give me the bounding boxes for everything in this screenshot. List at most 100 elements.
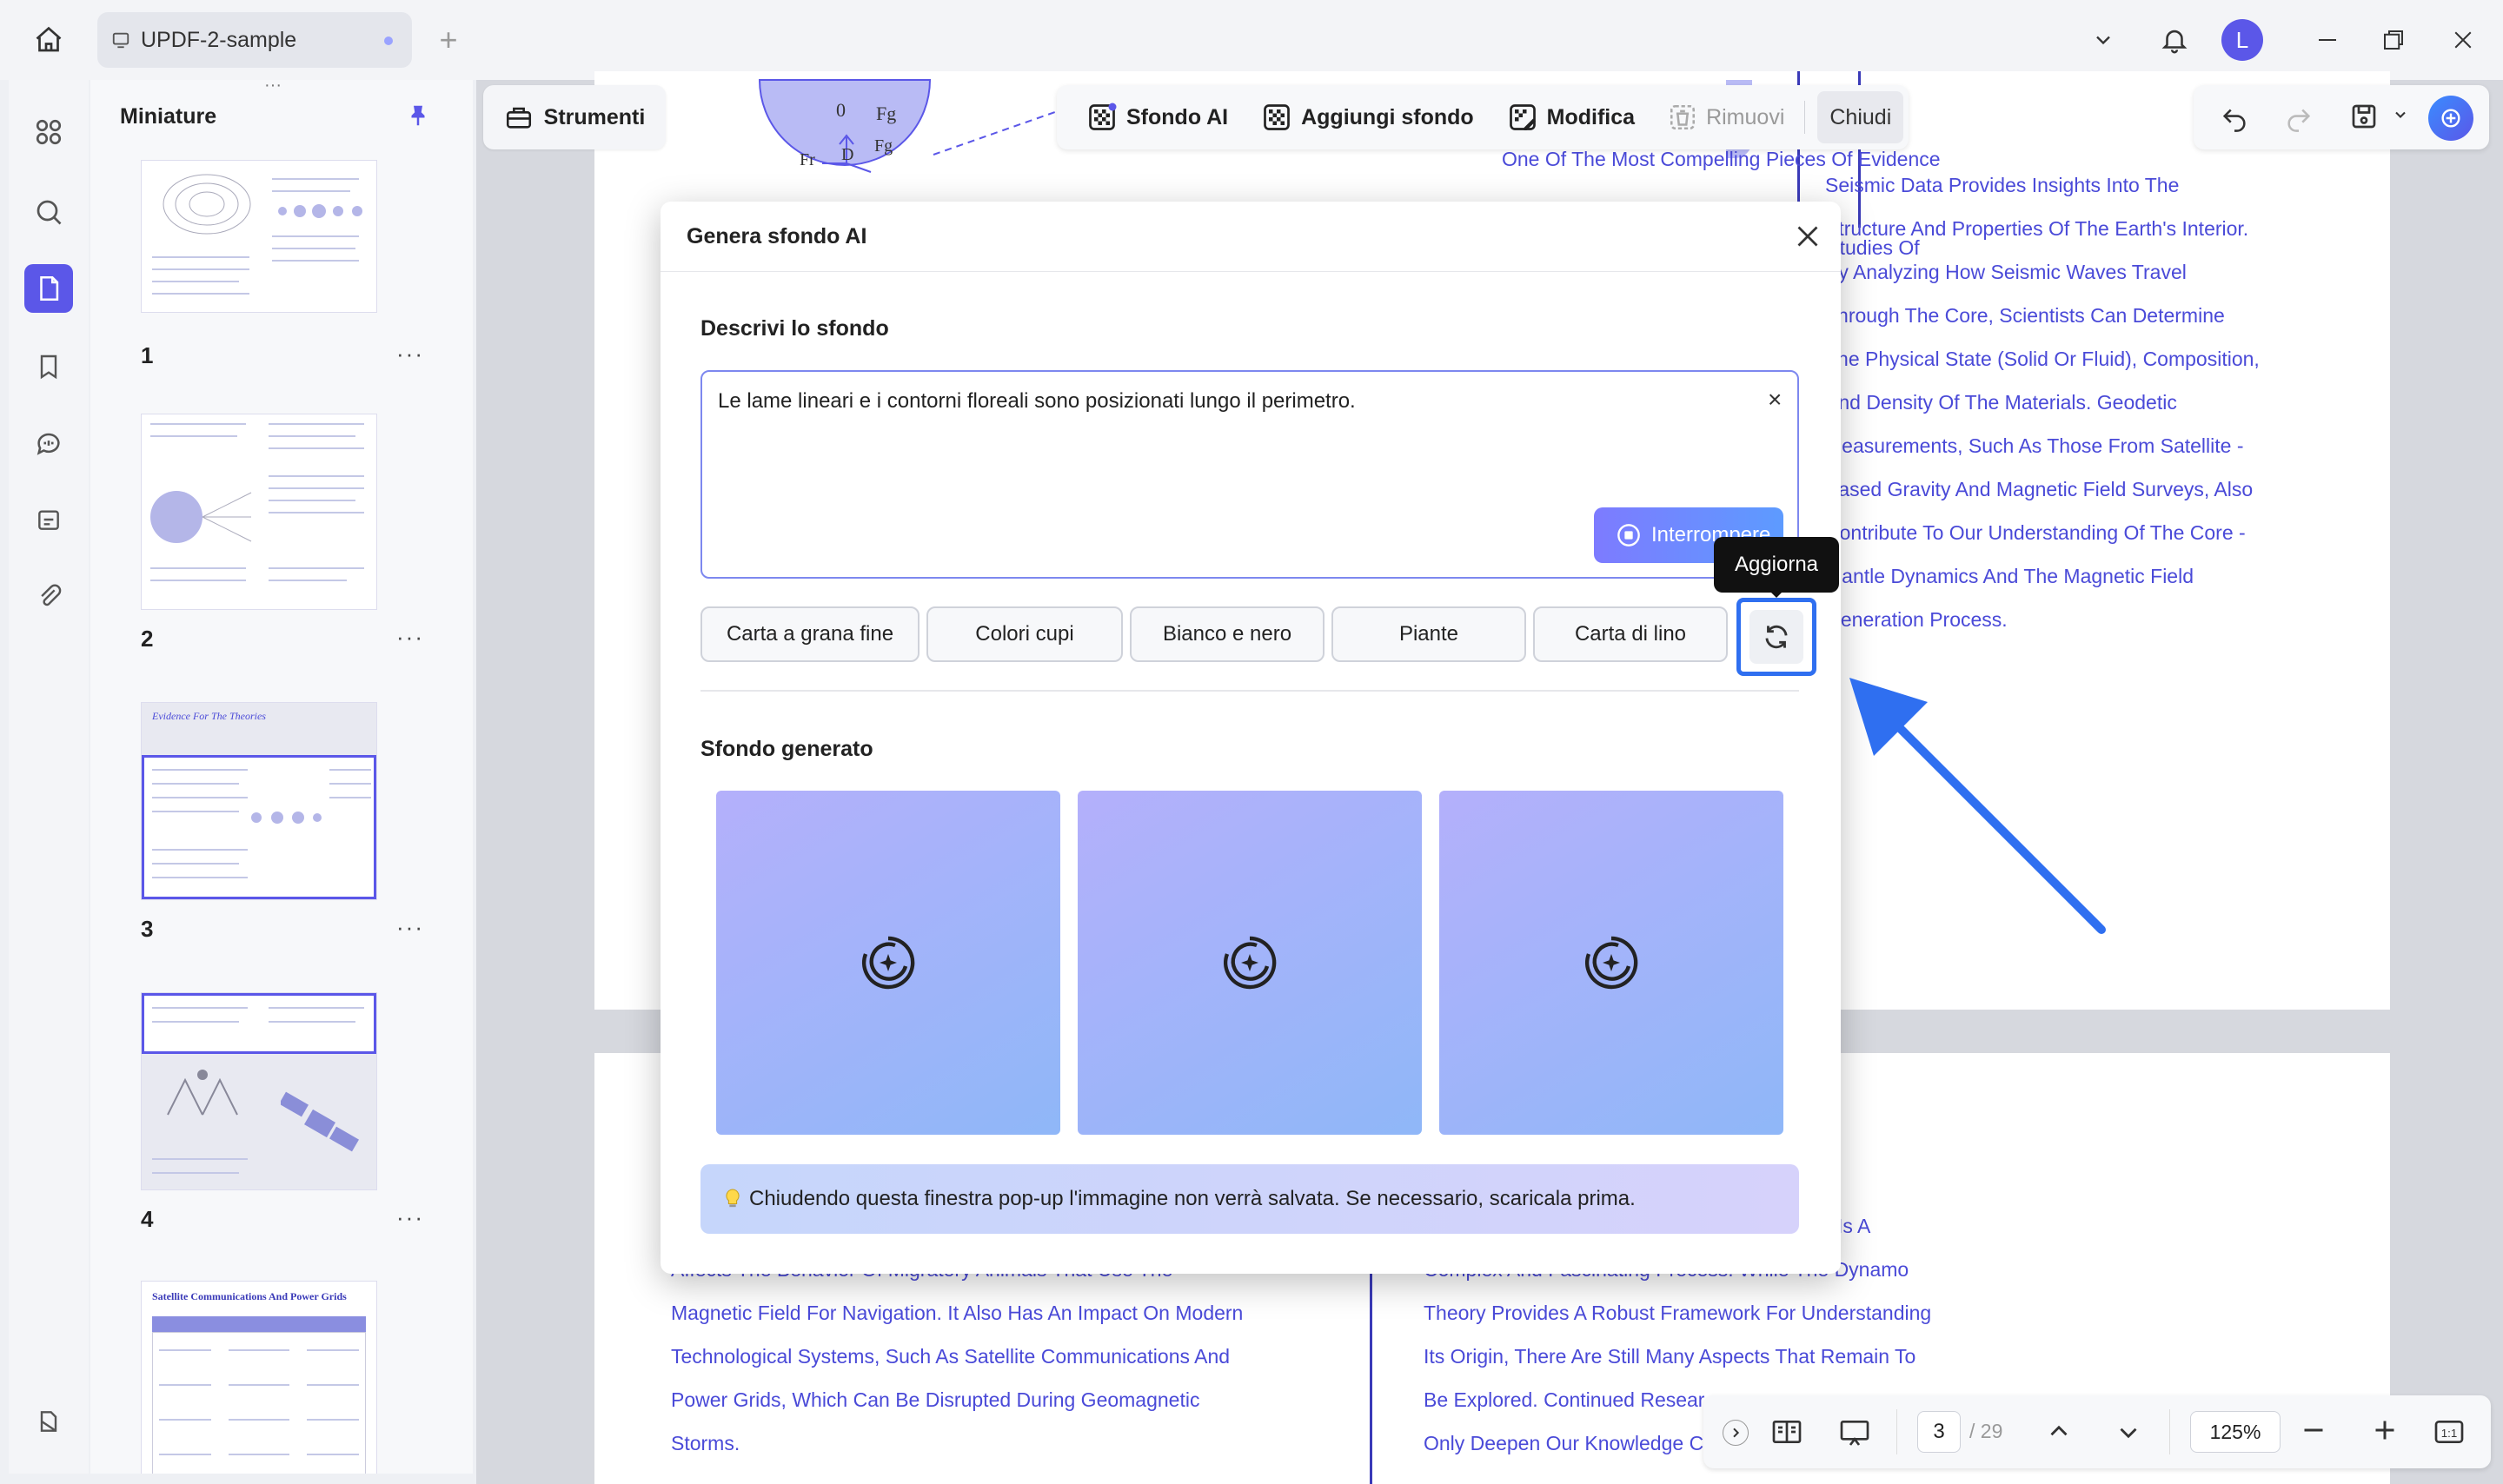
document-text-line: Be Explored. Continued Resear: [1424, 1388, 1705, 1411]
thumbnail-page-number: 1: [141, 342, 154, 368]
previous-page-icon[interactable]: [2044, 1416, 2074, 1446]
dialog-divider: [661, 271, 1841, 272]
page-total: / 29: [1969, 1420, 2003, 1442]
generated-image-2[interactable]: [1078, 791, 1422, 1135]
generated-image-1[interactable]: [716, 791, 1060, 1135]
thumbnail-visible-region: [142, 993, 376, 1054]
remove-background-button[interactable]: Rimuovi: [1656, 91, 1796, 143]
tools-button[interactable]: Strumenti: [483, 85, 666, 149]
pin-icon[interactable]: [405, 103, 431, 129]
document-text-line: Mantle Dynamics And The Magnetic Field: [1825, 565, 2194, 587]
thumbnail-more-button[interactable]: ···: [396, 341, 424, 368]
document-tab[interactable]: UPDF-2-sample: [97, 12, 412, 68]
bell-icon[interactable]: [2154, 19, 2195, 61]
chevron-right-icon[interactable]: [1723, 1420, 1749, 1446]
panel-resize-handle[interactable]: ···: [264, 80, 295, 94]
close-dialog-icon[interactable]: [1792, 221, 1823, 252]
thumbnail-page-number: 4: [141, 1206, 154, 1232]
current-page-input[interactable]: 3: [1917, 1411, 1961, 1453]
zoom-level[interactable]: 125%: [2190, 1411, 2281, 1453]
document-text-line: Generation Process.: [1825, 608, 2008, 631]
thumbnail-more-button[interactable]: ···: [396, 1204, 424, 1231]
edit-background-button[interactable]: Modifica: [1495, 91, 1647, 143]
document-text-line: Theory Provides A Robust Framework For U…: [1424, 1302, 1932, 1324]
actual-size-icon[interactable]: 1:1: [2432, 1414, 2466, 1449]
minimize-icon[interactable]: [2307, 19, 2348, 61]
thumbnail-page-3[interactable]: Evidence For The Theories: [141, 702, 377, 900]
style-chip[interactable]: Bianco e nero: [1130, 606, 1325, 662]
document-text-line: Measurements, Such As Those From Satelli…: [1825, 434, 2244, 457]
diagram-label: Fg: [874, 136, 893, 156]
generated-label: Sfondo generato: [700, 737, 873, 761]
style-chip[interactable]: Carta di lino: [1533, 606, 1728, 662]
document-tab-icon: [111, 30, 130, 50]
page-navigation: 3 / 29 125% 1:1: [1703, 1395, 2491, 1468]
document-text-line: One Of The Most Compelling Pieces Of Evi…: [1502, 148, 1941, 170]
style-chip[interactable]: Carta a grana fine: [700, 606, 920, 662]
thumbnails-icon[interactable]: [24, 264, 73, 313]
title-bar: UPDF-2-sample + L: [0, 0, 2503, 80]
document-text-line: By Analyzing How Seismic Waves Travel: [1825, 261, 2187, 283]
comment-icon[interactable]: [24, 419, 73, 467]
thumbnail-page-4[interactable]: [141, 992, 377, 1190]
tooltip-tail: [1769, 591, 1783, 598]
thumbnail-diagram: [163, 174, 251, 235]
undo-icon[interactable]: [2220, 103, 2249, 132]
new-tab-icon[interactable]: +: [431, 22, 466, 57]
organize-pages-icon[interactable]: [24, 108, 73, 156]
search-icon[interactable]: [24, 188, 73, 236]
save-options-chevron-icon[interactable]: [2392, 106, 2409, 123]
quick-tools: [2194, 85, 2489, 149]
save-warning-note: Chiudendo questa finestra pop-up l'immag…: [700, 1164, 1799, 1234]
document-text-line: Power Grids, Which Can Be Disrupted Duri…: [671, 1388, 1200, 1411]
refresh-icon: [1749, 610, 1803, 664]
ai-background-dialog: Genera sfondo AI Descrivi lo sfondo Le l…: [661, 202, 1841, 1274]
zoom-in-icon[interactable]: [2369, 1414, 2400, 1446]
document-text-line: Contribute To Our Understanding Of The C…: [1825, 521, 2246, 544]
document-tab-title: UPDF-2-sample: [141, 27, 297, 52]
ai-assistant-icon[interactable]: [2428, 96, 2473, 141]
style-chip[interactable]: Piante: [1331, 606, 1526, 662]
loading-spinner-icon: [1215, 928, 1285, 997]
document-text-line: Is A: [1837, 1215, 1871, 1237]
document-text-line: Through The Core, Scientists Can Determi…: [1825, 304, 2225, 327]
edit-background-icon: [1507, 102, 1538, 133]
avatar[interactable]: L: [2221, 19, 2263, 61]
close-window-icon[interactable]: [2442, 19, 2484, 61]
clear-prompt-icon[interactable]: ×: [1768, 386, 1782, 414]
document-text-line: Its Origin, There Are Still Many Aspects…: [1424, 1345, 1916, 1368]
next-page-icon[interactable]: [2114, 1418, 2143, 1448]
restore-icon[interactable]: [2373, 19, 2414, 61]
refresh-chips-button[interactable]: [1736, 598, 1816, 676]
attachment-icon[interactable]: [24, 572, 73, 620]
add-background-icon: [1261, 102, 1292, 133]
add-background-button[interactable]: Aggiungi sfondo: [1249, 91, 1486, 143]
close-background-button[interactable]: Chiudi: [1817, 91, 1904, 143]
diagram-label: Fg: [876, 103, 896, 124]
document-text-line: Structure And Properties Of The Earth's …: [1825, 217, 2249, 240]
thumbnail-page-1[interactable]: [141, 160, 377, 313]
save-icon[interactable]: [2348, 101, 2380, 132]
layers-icon[interactable]: [24, 1397, 73, 1446]
annotation-arrow: [1849, 678, 2106, 934]
thumbnail-more-button[interactable]: ···: [396, 624, 424, 651]
page-layout-icon[interactable]: [1769, 1414, 1804, 1449]
presentation-icon[interactable]: [1837, 1414, 1872, 1449]
ai-background-icon: [1086, 102, 1118, 133]
stamp-icon[interactable]: [24, 495, 73, 544]
style-chip[interactable]: Colori cupi: [926, 606, 1123, 662]
bookmark-icon[interactable]: [24, 342, 73, 391]
thumbnail-page-5[interactable]: Satellite Communications And Power Grids: [141, 1281, 377, 1474]
generated-image-3[interactable]: [1439, 791, 1783, 1135]
chevron-down-icon[interactable]: [2086, 23, 2121, 57]
thumbnail-more-button[interactable]: ···: [396, 914, 424, 941]
thumbnail-page-2[interactable]: [141, 414, 377, 610]
zoom-out-icon[interactable]: [2298, 1414, 2329, 1446]
lightbulb-icon: [723, 1188, 742, 1210]
toolbar-divider: [1804, 101, 1805, 134]
ai-background-button[interactable]: Sfondo AI: [1074, 91, 1240, 143]
document-text-line: And Density Of The Materials. Geodetic: [1825, 391, 2177, 414]
diagram-label: D: [841, 145, 853, 164]
redo-icon[interactable]: [2284, 103, 2314, 132]
home-icon[interactable]: [28, 19, 70, 61]
